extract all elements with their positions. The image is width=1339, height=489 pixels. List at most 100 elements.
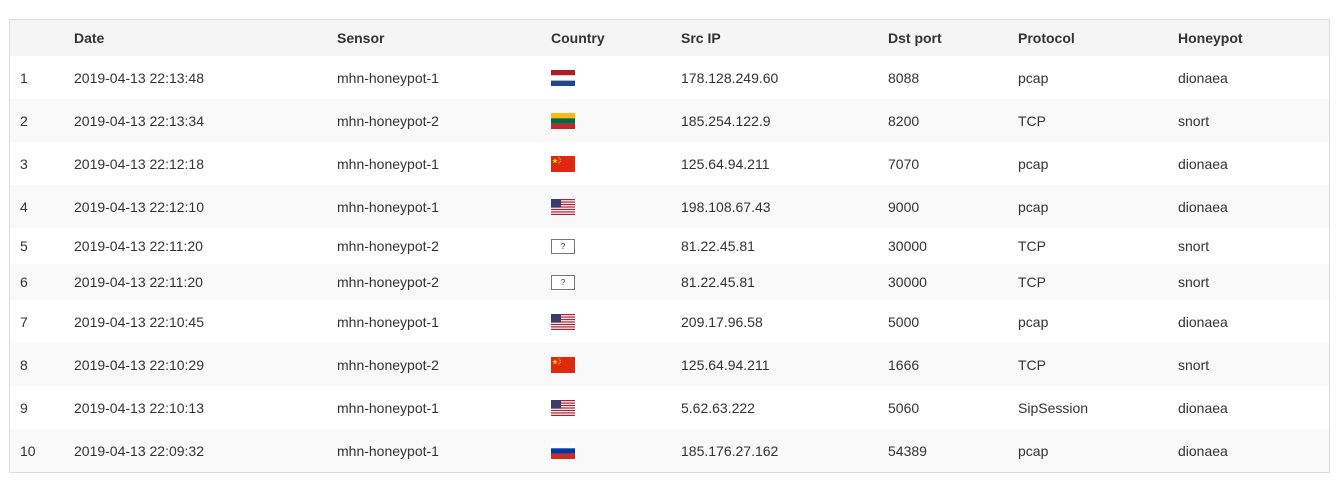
table-row: 9 2019-04-13 22:10:13 mhn-honeypot-1 5.62.6… <box>10 386 1329 429</box>
sensor-cell: mhn-honeypot-2 <box>337 343 551 386</box>
honeypot-cell: dionaea <box>1178 142 1329 185</box>
src-ip-cell: 125.64.94.211 <box>681 343 888 386</box>
src-ip-cell: 81.22.45.81 <box>681 228 888 264</box>
src-ip-cell: 81.22.45.81 <box>681 264 888 300</box>
honeypot-cell: snort <box>1178 99 1329 142</box>
row-number: 6 <box>10 264 74 300</box>
header-date: Date <box>74 20 337 56</box>
table-row: 1 2019-04-13 22:13:48 mhn-honeypot-1 178.12… <box>10 56 1329 99</box>
row-number: 1 <box>10 56 74 99</box>
table-header-row: Date Sensor Country Src IP Dst port Prot… <box>10 20 1329 56</box>
src-ip-cell: 185.176.27.162 <box>681 429 888 472</box>
unknown-flag-icon: ? <box>551 239 575 255</box>
header-honeypot: Honeypot <box>1178 20 1329 56</box>
protocol-cell: TCP <box>1018 99 1178 142</box>
date-cell: 2019-04-13 22:11:20 <box>74 228 337 264</box>
sensor-cell: mhn-honeypot-1 <box>337 56 551 99</box>
row-number: 7 <box>10 300 74 343</box>
country-cell <box>551 300 681 343</box>
dst-port-cell: 8200 <box>888 99 1018 142</box>
country-cell <box>551 343 681 386</box>
honeypot-cell: snort <box>1178 343 1329 386</box>
row-number: 8 <box>10 343 74 386</box>
header-protocol: Protocol <box>1018 20 1178 56</box>
date-cell: 2019-04-13 22:10:13 <box>74 386 337 429</box>
date-cell: 2019-04-13 22:12:18 <box>74 142 337 185</box>
unknown-flag-icon: ? <box>551 275 575 291</box>
protocol-cell: pcap <box>1018 142 1178 185</box>
dst-port-cell: 7070 <box>888 142 1018 185</box>
dst-port-cell: 54389 <box>888 429 1018 472</box>
table-row: 4 2019-04-13 22:12:10 mhn-honeypot-1 198.10… <box>10 185 1329 228</box>
header-country: Country <box>551 20 681 56</box>
date-cell: 2019-04-13 22:11:20 <box>74 264 337 300</box>
honeypot-cell: dionaea <box>1178 300 1329 343</box>
us-flag-icon <box>551 199 575 216</box>
protocol-cell: TCP <box>1018 228 1178 264</box>
header-dst-port: Dst port <box>888 20 1018 56</box>
sensor-cell: mhn-honeypot-2 <box>337 228 551 264</box>
honeypot-cell: dionaea <box>1178 185 1329 228</box>
table-row: 10 2019-04-13 22:09:32 mhn-honeypot-1 185.1… <box>10 429 1329 472</box>
sensor-cell: mhn-honeypot-1 <box>337 142 551 185</box>
src-ip-cell: 209.17.96.58 <box>681 300 888 343</box>
honeypot-cell: dionaea <box>1178 56 1329 99</box>
dst-port-cell: 5000 <box>888 300 1018 343</box>
date-cell: 2019-04-13 22:12:10 <box>74 185 337 228</box>
date-cell: 2019-04-13 22:09:32 <box>74 429 337 472</box>
protocol-cell: pcap <box>1018 185 1178 228</box>
ru-flag-icon <box>551 443 575 460</box>
src-ip-cell: 125.64.94.211 <box>681 142 888 185</box>
us-flag-icon <box>551 314 575 331</box>
protocol-cell: pcap <box>1018 300 1178 343</box>
header-src-ip: Src IP <box>681 20 888 56</box>
us-flag-icon <box>551 400 575 417</box>
dst-port-cell: 1666 <box>888 343 1018 386</box>
sensor-cell: mhn-honeypot-2 <box>337 264 551 300</box>
table-row: 5 2019-04-13 22:11:20 mhn-honeypot-2? 81.22… <box>10 228 1329 264</box>
date-cell: 2019-04-13 22:10:45 <box>74 300 337 343</box>
table-row: 3 2019-04-13 22:12:18 mhn-honeypot-1 125.64… <box>10 142 1329 185</box>
protocol-cell: pcap <box>1018 429 1178 472</box>
honeypot-cell: snort <box>1178 264 1329 300</box>
date-cell: 2019-04-13 22:13:48 <box>74 56 337 99</box>
protocol-cell: TCP <box>1018 264 1178 300</box>
country-cell <box>551 99 681 142</box>
country-cell <box>551 185 681 228</box>
protocol-cell: TCP <box>1018 343 1178 386</box>
cn-flag-icon <box>551 357 575 374</box>
src-ip-cell: 178.128.249.60 <box>681 56 888 99</box>
header-sensor: Sensor <box>337 20 551 56</box>
sensor-cell: mhn-honeypot-1 <box>337 300 551 343</box>
src-ip-cell: 198.108.67.43 <box>681 185 888 228</box>
dst-port-cell: 8088 <box>888 56 1018 99</box>
date-cell: 2019-04-13 22:13:34 <box>74 99 337 142</box>
lt-flag-icon <box>551 113 575 130</box>
dst-port-cell: 30000 <box>888 264 1018 300</box>
country-cell <box>551 386 681 429</box>
honeypot-cell: snort <box>1178 228 1329 264</box>
country-cell <box>551 142 681 185</box>
row-number: 5 <box>10 228 74 264</box>
attacks-table-container: Date Sensor Country Src IP Dst port Prot… <box>9 19 1330 473</box>
dst-port-cell: 9000 <box>888 185 1018 228</box>
cn-flag-icon <box>551 156 575 173</box>
table-row: 2 2019-04-13 22:13:34 mhn-honeypot-2 185.25… <box>10 99 1329 142</box>
date-cell: 2019-04-13 22:10:29 <box>74 343 337 386</box>
sensor-cell: mhn-honeypot-1 <box>337 185 551 228</box>
honeypot-cell: dionaea <box>1178 386 1329 429</box>
nl-flag-icon <box>551 70 575 87</box>
table-row: 7 2019-04-13 22:10:45 mhn-honeypot-1 209.17… <box>10 300 1329 343</box>
row-number: 3 <box>10 142 74 185</box>
row-number: 9 <box>10 386 74 429</box>
row-number: 10 <box>10 429 74 472</box>
dst-port-cell: 30000 <box>888 228 1018 264</box>
country-cell <box>551 429 681 472</box>
src-ip-cell: 5.62.63.222 <box>681 386 888 429</box>
sensor-cell: mhn-honeypot-1 <box>337 386 551 429</box>
sensor-cell: mhn-honeypot-2 <box>337 99 551 142</box>
row-number: 2 <box>10 99 74 142</box>
country-cell: ? <box>551 264 681 300</box>
country-cell <box>551 56 681 99</box>
protocol-cell: pcap <box>1018 56 1178 99</box>
